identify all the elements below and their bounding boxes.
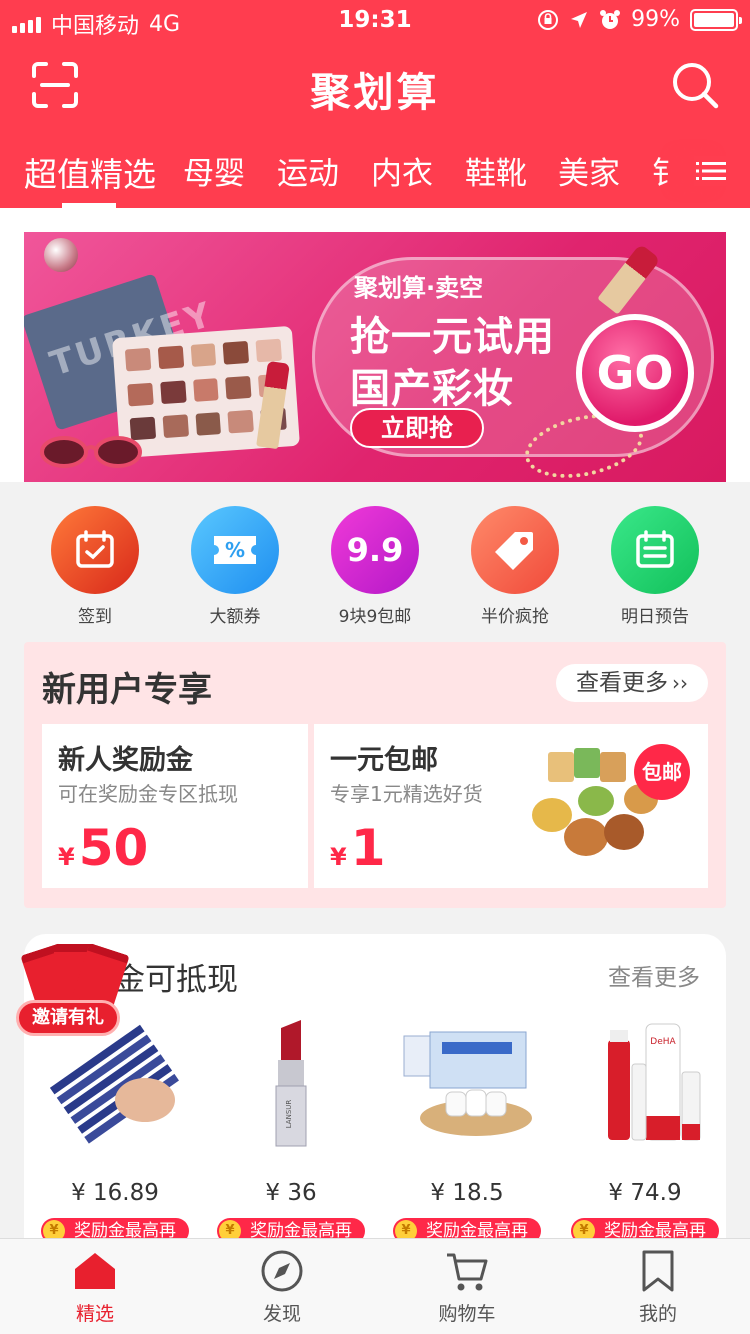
product-price: ¥ 16.89 <box>71 1180 159 1206</box>
banner-headline-1: 抢一元试用 <box>350 314 555 360</box>
product-price: ¥ 74.9 <box>608 1180 682 1206</box>
product-card[interactable]: ¥ 16.89 ¥ 奖励金最高再 <box>40 1020 190 1244</box>
product-card[interactable]: LANSUR ¥ 36 ¥ 奖励金最高再 <box>216 1020 366 1244</box>
tab-label: 发现 <box>262 1303 301 1325</box>
battery-fill <box>694 12 734 27</box>
alarm-icon <box>600 9 621 29</box>
svg-text:%: % <box>225 538 245 562</box>
battery-percent: 99% <box>631 7 680 32</box>
free-shipping-badge: 包邮 <box>634 744 690 800</box>
product-card[interactable]: ¥ 18.5 ¥ 奖励金最高再 <box>392 1020 542 1244</box>
cart-icon <box>447 1253 488 1291</box>
tab-yundong[interactable]: 运动 <box>277 148 339 193</box>
search-icon[interactable] <box>670 60 720 110</box>
card-price: ¥50 <box>58 820 148 876</box>
new-user-section: 新用户专享 查看更多 ›› 新人奖励金 可在奖励金专区抵现 ¥50 一元包邮 专享… <box>24 642 726 908</box>
banner-go-button[interactable]: GO <box>576 314 694 432</box>
status-bar: 中国移动 4G 19:31 99% <box>0 0 750 40</box>
title-bar: 聚划算 <box>0 52 750 116</box>
quick-entry-coupon[interactable]: % 大额券 <box>175 506 295 627</box>
card-price: ¥1 <box>330 820 386 876</box>
product-price: ¥ 36 <box>265 1180 317 1206</box>
card-subtitle: 专享1元精选好货 <box>330 782 483 806</box>
lipstick-brand-text: LANSUR <box>285 1100 293 1129</box>
invite-badge-label: 邀请有礼 <box>16 1000 120 1036</box>
bookmark-icon <box>642 1250 674 1292</box>
card-subtitle: 可在奖励金专区抵现 <box>58 782 238 806</box>
more-label: 查看更多 <box>576 670 668 696</box>
promo-banner[interactable]: TURKEY 聚划算·卖空 抢一元试用 国产彩妆 立即抢 GO <box>24 232 726 482</box>
quick-entry-half-price[interactable]: 半价疯抢 <box>455 506 575 627</box>
skincare-brand-text: DeHA <box>650 1037 676 1047</box>
quick-entry-label: 大额券 <box>209 607 261 627</box>
bottom-tab-bar: 精选 发现 购物车 我的 <box>0 1238 750 1334</box>
page-title: 聚划算 <box>310 70 440 116</box>
product-card[interactable]: DeHA ¥ 74.9 ¥ 奖励金最高再 <box>570 1020 720 1244</box>
card-title: 一元包邮 <box>330 745 438 776</box>
pearl-ball-decoration <box>44 238 78 272</box>
tab-label: 我的 <box>638 1303 677 1325</box>
tab-mine[interactable]: 我的 <box>598 1249 718 1326</box>
sunglasses-image <box>40 436 142 468</box>
reward-goods-section: 金可抵现 查看更多 ¥ 16.89 ¥ 奖励金最高再 LANSUR ¥ 36 ¥ 奖… <box>24 934 726 1254</box>
category-tabs: 超值精选 母婴 运动 内衣 鞋靴 美家 钅 <box>0 140 750 208</box>
towels-icon <box>403 1031 532 1136</box>
quick-entries: 签到 % 大额券 9.9 9块9包邮 半价疯抢 明日预告 <box>0 482 750 630</box>
tab-cart[interactable]: 购物车 <box>407 1249 527 1326</box>
currency-symbol: ¥ <box>58 843 75 871</box>
quick-entry-preview[interactable]: 明日预告 <box>595 506 715 627</box>
app-header: 中国移动 4G 19:31 99% 聚划算 超值精选 母婴 运动 内衣 鞋靴 美… <box>0 0 750 208</box>
reward-goods-title: 金可抵现 <box>114 962 238 998</box>
quick-entry-signin[interactable]: 签到 <box>35 506 155 627</box>
tab-discover[interactable]: 发现 <box>222 1249 342 1326</box>
new-user-more-button[interactable]: 查看更多 ›› <box>556 664 708 702</box>
lipstick-icon: LANSUR <box>275 1020 307 1147</box>
battery-icon <box>690 8 742 31</box>
quick-entry-nine-nine[interactable]: 9.9 9块9包邮 <box>315 506 435 627</box>
reward-bonus-card[interactable]: 新人奖励金 可在奖励金专区抵现 ¥50 <box>42 724 308 888</box>
quick-entry-label: 9块9包邮 <box>338 607 412 627</box>
currency-symbol: ¥ <box>330 843 347 871</box>
nine-nine-text: 9.9 <box>346 531 404 569</box>
calendar-list-icon <box>611 506 699 594</box>
invite-floating-button[interactable]: 邀请有礼 <box>10 942 130 1044</box>
rotation-lock-icon <box>538 9 559 30</box>
reward-goods-more-link[interactable]: 查看更多 <box>608 958 700 992</box>
coupon-percent-icon: % <box>191 506 279 594</box>
nine-nine-icon: 9.9 <box>331 506 419 594</box>
skincare-set-icon: DeHA <box>608 1023 701 1141</box>
calendar-check-icon <box>51 506 139 594</box>
price-tag-icon <box>471 506 559 594</box>
product-price: ¥ 18.5 <box>430 1180 504 1206</box>
banner-section: TURKEY 聚划算·卖空 抢一元试用 国产彩妆 立即抢 GO <box>0 208 750 482</box>
tab-label: 精选 <box>75 1303 114 1325</box>
tab-home[interactable]: 精选 <box>35 1249 155 1326</box>
quick-entry-label: 半价疯抢 <box>481 607 549 627</box>
price-amount: 1 <box>350 819 386 877</box>
banner-brand: 聚划算·卖空 <box>354 274 484 302</box>
location-icon <box>571 11 588 28</box>
tab-label: 购物车 <box>438 1303 496 1325</box>
price-amount: 50 <box>78 819 149 877</box>
one-yuan-shipping-card[interactable]: 一元包邮 专享1元精选好货 ¥1 包邮 <box>314 724 708 888</box>
home-icon <box>75 1253 115 1289</box>
menu-icon[interactable] <box>694 156 728 186</box>
tab-neiyi[interactable]: 内衣 <box>371 148 433 193</box>
tab-meijia[interactable]: 美家 <box>558 148 620 193</box>
banner-headline-2: 国产彩妆 <box>350 366 514 412</box>
new-user-title: 新用户专享 <box>42 670 212 710</box>
banner-cta-button[interactable]: 立即抢 <box>350 408 484 448</box>
tab-more-partial[interactable]: 钅 <box>652 148 683 193</box>
card-title: 新人奖励金 <box>58 745 193 776</box>
tab-chaozhi-jingxuan[interactable]: 超值精选 <box>24 148 156 196</box>
quick-entry-label: 明日预告 <box>621 607 689 627</box>
tab-xiexue[interactable]: 鞋靴 <box>465 148 527 193</box>
compass-icon <box>261 1250 303 1292</box>
tab-muying[interactable]: 母婴 <box>183 148 245 193</box>
double-chevron-right-icon: ›› <box>672 671 688 695</box>
quick-entry-label: 签到 <box>78 607 112 627</box>
